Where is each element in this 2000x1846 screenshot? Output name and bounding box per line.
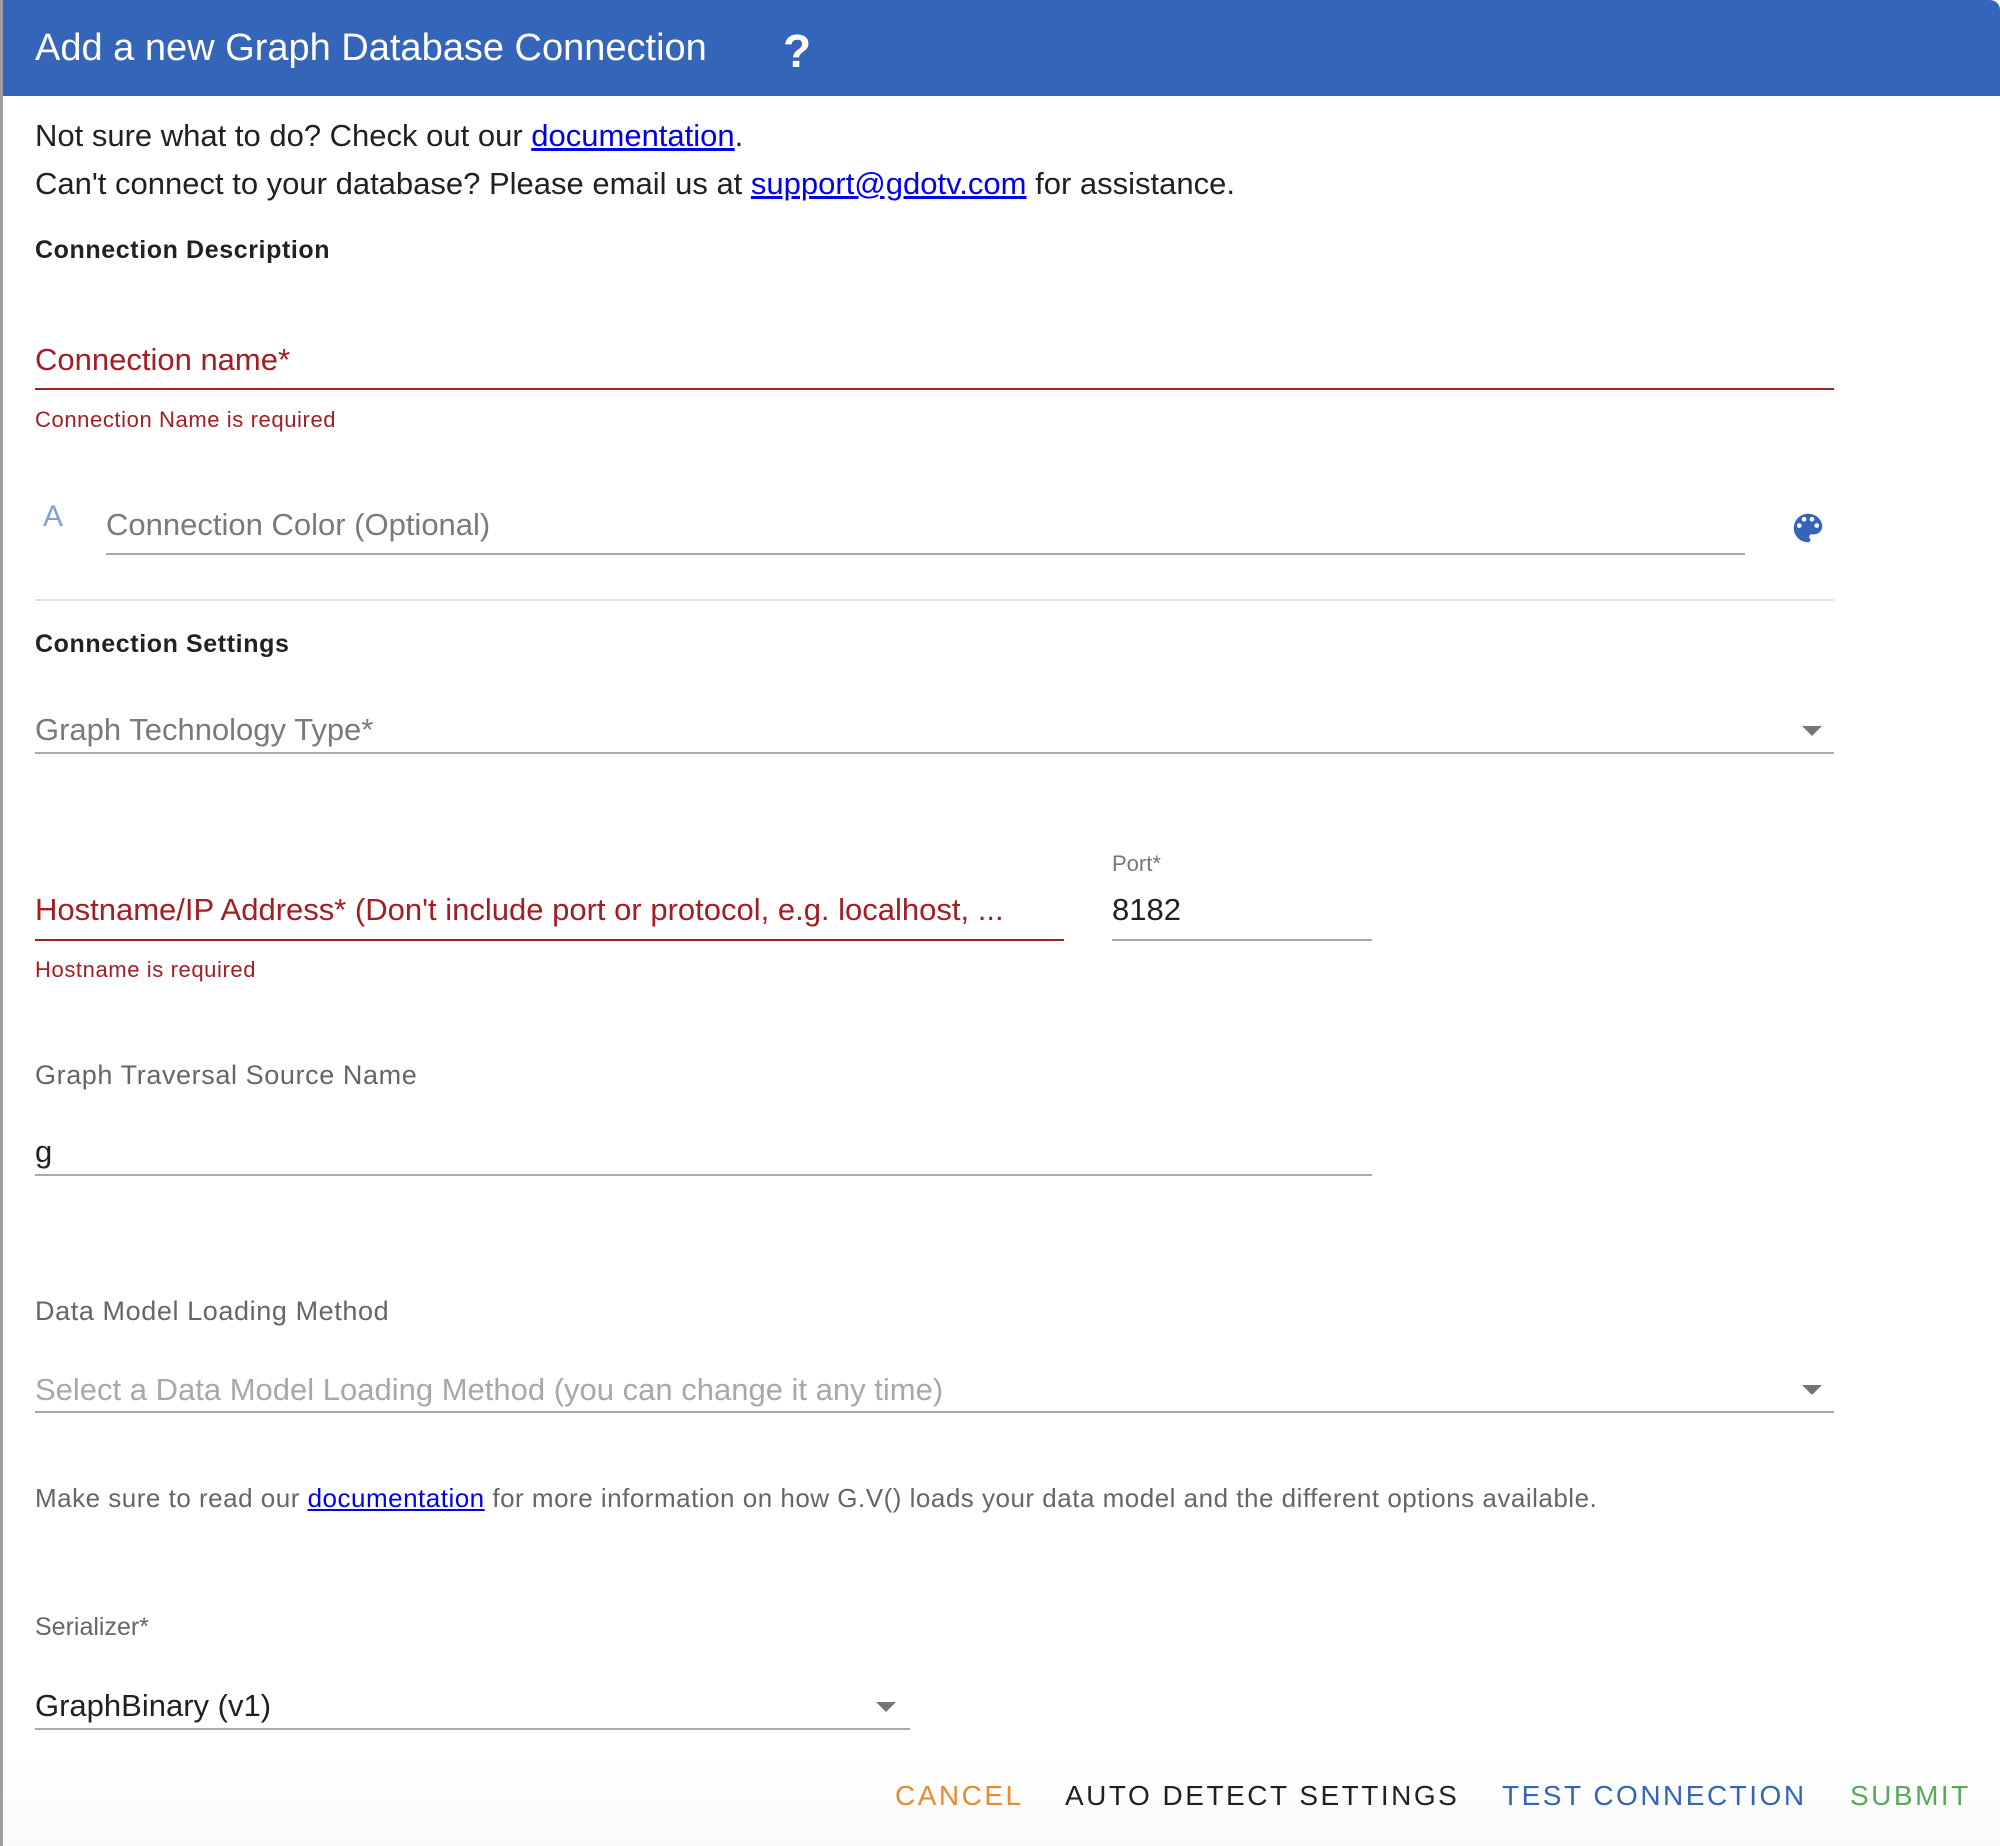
auto-detect-settings-button[interactable]: AUTO DETECT SETTINGS <box>1065 1778 1459 1814</box>
helper-suffix: for more information on how G.V() loads … <box>484 1483 1598 1513</box>
connection-color-placeholder: Connection Color (Optional) <box>106 507 491 542</box>
traversal-source-underline <box>35 1174 1372 1176</box>
port-label: Port* <box>1112 851 1161 876</box>
serializer-label: Serializer* <box>35 1613 149 1641</box>
serializer-value: GraphBinary (v1) <box>35 1688 272 1723</box>
section-title-connection-settings: Connection Settings <box>35 630 290 658</box>
support-text: Can't connect to your database? Please e… <box>35 166 751 201</box>
hostname-error: Hostname is required <box>35 957 257 982</box>
intro-line-support: Can't connect to your database? Please e… <box>35 166 1235 202</box>
connection-name-label: Connection name* <box>35 342 291 377</box>
serializer-select[interactable]: GraphBinary (v1) <box>35 1676 910 1728</box>
port-input[interactable]: 8182 <box>1112 880 1372 940</box>
documentation-link[interactable]: documentation <box>531 118 734 153</box>
data-model-helper-text: Make sure to read our documentation for … <box>35 1483 1597 1514</box>
dialog-title: Add a new Graph Database Connection <box>35 27 707 69</box>
graph-technology-label: Graph Technology Type* <box>35 712 374 747</box>
section-title-connection-description: Connection Description <box>35 236 331 264</box>
hostname-input[interactable]: Hostname/IP Address* (Don't include port… <box>35 880 1064 940</box>
text-color-icon: A <box>43 500 64 533</box>
graph-technology-select[interactable]: Graph Technology Type* <box>35 700 1834 752</box>
hostname-label: Hostname/IP Address* (Don't include port… <box>35 892 1004 927</box>
palette-icon[interactable] <box>1788 509 1828 547</box>
helper-prefix: Make sure to read our <box>35 1483 308 1513</box>
question-mark-icon[interactable]: ? <box>783 26 811 76</box>
hostname-underline <box>35 939 1064 941</box>
intro-text: Not sure what to do? Check out our <box>35 118 532 153</box>
traversal-source-label: Graph Traversal Source Name <box>35 1060 418 1090</box>
chevron-down-icon[interactable] <box>1802 1385 1822 1395</box>
submit-button[interactable]: SUBMIT <box>1850 1778 1971 1814</box>
chevron-down-icon[interactable] <box>1802 726 1822 736</box>
connection-name-input[interactable]: Connection name* <box>35 330 1834 390</box>
support-text-suffix: for assistance. <box>1026 166 1235 201</box>
data-model-select[interactable]: Select a Data Model Loading Method (you … <box>35 1360 1834 1412</box>
chevron-down-icon[interactable] <box>876 1702 896 1712</box>
port-value: 8182 <box>1112 892 1181 927</box>
graph-technology-underline <box>35 752 1834 754</box>
connection-name-underline <box>35 388 1834 390</box>
section-divider <box>35 599 1834 601</box>
connection-name-error: Connection Name is required <box>35 407 337 432</box>
traversal-source-input[interactable]: g <box>35 1122 1372 1174</box>
traversal-source-value: g <box>35 1134 53 1169</box>
support-email-link[interactable]: support@gdotv.com <box>751 166 1027 201</box>
data-model-documentation-link[interactable]: documentation <box>308 1483 485 1513</box>
connection-color-input[interactable]: Connection Color (Optional) <box>106 495 1745 553</box>
intro-text-suffix: . <box>734 118 744 153</box>
serializer-underline <box>35 1728 910 1730</box>
connection-color-underline <box>106 553 1745 555</box>
port-underline <box>1112 939 1372 941</box>
data-model-placeholder: Select a Data Model Loading Method (you … <box>35 1372 944 1407</box>
intro-line-docs: Not sure what to do? Check out our docum… <box>35 118 743 154</box>
test-connection-button[interactable]: TEST CONNECTION <box>1502 1778 1807 1814</box>
data-model-underline <box>35 1411 1834 1413</box>
dialog-header: Add a new Graph Database Connection ? <box>3 0 2000 96</box>
cancel-button[interactable]: CANCEL <box>895 1778 1024 1814</box>
data-model-label: Data Model Loading Method <box>35 1296 390 1326</box>
add-connection-dialog: Add a new Graph Database Connection ? No… <box>3 0 2000 1846</box>
